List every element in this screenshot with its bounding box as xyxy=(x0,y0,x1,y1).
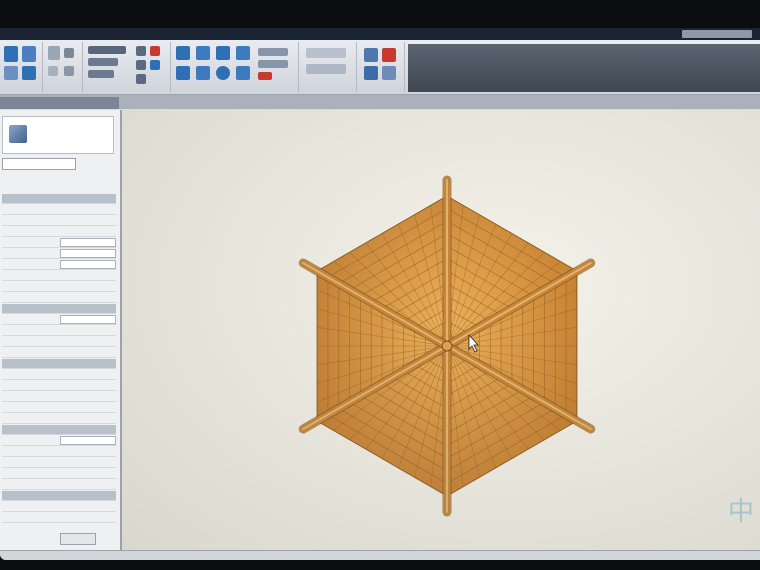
offset-icon[interactable] xyxy=(150,60,160,70)
paste-icon[interactable] xyxy=(4,66,18,80)
search-field[interactable] xyxy=(682,30,752,38)
property-row[interactable] xyxy=(2,238,116,248)
type-selector[interactable] xyxy=(2,116,114,154)
hide-icon[interactable] xyxy=(306,48,346,58)
copy-icon[interactable] xyxy=(48,46,60,60)
move-icon[interactable] xyxy=(176,66,190,80)
ribbon-group-clipboard xyxy=(44,42,83,92)
modify-icon[interactable] xyxy=(4,46,18,62)
join-icon[interactable] xyxy=(48,66,58,76)
property-row[interactable] xyxy=(2,260,116,270)
property-row[interactable] xyxy=(2,205,116,215)
split-face-icon[interactable] xyxy=(88,58,118,66)
property-group-header[interactable] xyxy=(2,491,116,501)
apply-button[interactable] xyxy=(60,533,96,545)
family-type-icon xyxy=(9,125,27,143)
status-bar xyxy=(0,550,760,560)
property-row[interactable] xyxy=(2,315,116,325)
property-row[interactable] xyxy=(2,326,116,336)
create-assembly-icon[interactable] xyxy=(382,48,396,62)
ribbon-group-modify xyxy=(0,42,43,92)
drawing-canvas[interactable]: 中 xyxy=(122,110,760,550)
property-value[interactable] xyxy=(60,260,116,269)
trim-icon[interactable] xyxy=(136,74,146,84)
property-row[interactable] xyxy=(2,381,116,391)
override-icon[interactable] xyxy=(306,64,346,74)
watermark: 中 xyxy=(727,497,754,527)
title-bar xyxy=(0,28,760,40)
delete-icon[interactable] xyxy=(258,72,272,80)
property-value[interactable] xyxy=(60,238,116,247)
align-icon[interactable] xyxy=(136,60,146,70)
select-icon[interactable] xyxy=(22,46,36,62)
wall-join-icon[interactable] xyxy=(88,46,126,54)
ribbon-group-view xyxy=(300,42,357,92)
property-row[interactable] xyxy=(2,414,116,424)
paint-icon[interactable] xyxy=(88,70,114,78)
property-row[interactable] xyxy=(2,447,116,457)
ribbon-group-geometry xyxy=(84,42,171,92)
ribbon-empty-area xyxy=(408,44,760,92)
property-group-header[interactable] xyxy=(2,359,116,369)
edit-type-button[interactable] xyxy=(82,158,114,168)
properties-palette xyxy=(0,110,122,550)
property-row[interactable] xyxy=(2,370,116,380)
property-row[interactable] xyxy=(2,293,116,303)
clipboard-icon[interactable] xyxy=(22,66,36,80)
create-similar-icon[interactable] xyxy=(382,66,396,80)
property-row[interactable] xyxy=(2,436,116,446)
split-icon[interactable] xyxy=(258,48,288,56)
mirror-draw-icon[interactable] xyxy=(236,46,250,60)
create-parts-icon[interactable] xyxy=(364,66,378,80)
canvas-vignette xyxy=(122,110,760,550)
property-value[interactable] xyxy=(60,315,116,324)
ribbon-group-modify-tools xyxy=(172,42,299,92)
align-tool-icon[interactable] xyxy=(176,46,190,60)
property-row[interactable] xyxy=(2,513,116,523)
property-group-header[interactable] xyxy=(2,304,116,314)
app-window: 中 xyxy=(0,28,760,560)
property-group-header[interactable] xyxy=(2,194,116,204)
copy-tool-icon[interactable] xyxy=(196,66,210,80)
properties-tab[interactable] xyxy=(0,97,119,109)
property-row[interactable] xyxy=(2,227,116,237)
property-row[interactable] xyxy=(2,392,116,402)
match-icon[interactable] xyxy=(64,66,74,76)
cut-geometry-icon[interactable] xyxy=(136,46,146,56)
cut-icon[interactable] xyxy=(64,48,74,58)
property-row[interactable] xyxy=(2,403,116,413)
property-row[interactable] xyxy=(2,271,116,281)
options-bar xyxy=(0,95,760,109)
property-row[interactable] xyxy=(2,282,116,292)
property-row[interactable] xyxy=(2,216,116,226)
array-icon[interactable] xyxy=(258,60,288,68)
demolish-icon[interactable] xyxy=(150,46,160,56)
property-row[interactable] xyxy=(2,480,116,490)
create-group-icon[interactable] xyxy=(364,48,378,62)
mirror-axis-icon[interactable] xyxy=(216,46,230,60)
property-value[interactable] xyxy=(60,436,116,445)
trim-extend-icon[interactable] xyxy=(236,66,250,80)
ribbon-group-create xyxy=(358,42,405,92)
property-row[interactable] xyxy=(2,469,116,479)
property-row[interactable] xyxy=(2,502,116,512)
property-row[interactable] xyxy=(2,458,116,468)
property-row[interactable] xyxy=(2,348,116,358)
offset-tool-icon[interactable] xyxy=(196,46,210,60)
property-group-header[interactable] xyxy=(2,425,116,435)
property-row[interactable] xyxy=(2,337,116,347)
instance-filter-dropdown[interactable] xyxy=(2,158,76,170)
property-value[interactable] xyxy=(60,249,116,258)
property-row[interactable] xyxy=(2,249,116,259)
rotate-icon[interactable] xyxy=(216,66,230,80)
